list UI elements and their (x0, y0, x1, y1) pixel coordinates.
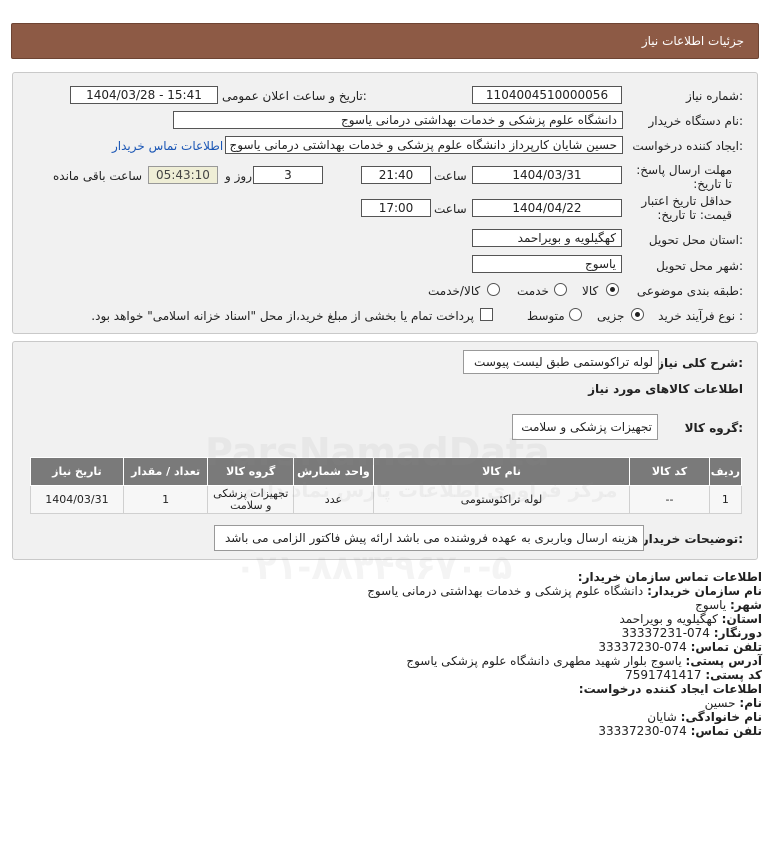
city-field[interactable]: یاسوج (472, 255, 622, 273)
watermark-number: ۰۲۱-۸۸۳۴۹۶۷۰-۵ (235, 548, 513, 588)
category-service-radio[interactable] (554, 283, 567, 296)
phone-line: تلفن تماس: 074-33337230 (598, 640, 762, 654)
category-label: طبقه بندی موضوعی: (636, 284, 743, 298)
need-number-label: شماره نیاز: (685, 89, 743, 103)
last-name-label: نام خانوادگی: (680, 710, 762, 724)
validity-time-field[interactable]: 17:00 (361, 199, 431, 217)
province-line: استان: کهگیلویه و بویراحمد (619, 612, 762, 626)
validity-label: حداقل تاریخ اعتبار قیمت: تا تاریخ: (641, 194, 732, 222)
category-goods-radio[interactable] (606, 283, 619, 296)
deadline-date-field[interactable]: 1404/03/31 (472, 166, 622, 184)
cell-quantity: 1 (122, 485, 209, 514)
buyer-org-label: نام دستگاه خریدار: (648, 114, 744, 128)
process-medium-label: متوسط (527, 309, 565, 323)
announce-label: تاریخ و ساعت اعلان عمومی: (222, 89, 367, 103)
creator-title: اطلاعات ایجاد کننده درخواست: (578, 682, 762, 696)
cell-row: 1 (708, 485, 743, 514)
creator-label: ایجاد کننده درخواست: (632, 139, 743, 153)
fax-label: دورنگار: (713, 626, 762, 640)
phone-value: 074-33337230 (598, 640, 687, 654)
watermark-tagline: مرکز فراوری اطلاعات پارس نماد داده (245, 478, 618, 502)
creator-phone-value: 074-33337230 (598, 724, 687, 738)
watermark-brand: ParsNamadData (205, 430, 550, 474)
page-title: جزئیات اطلاعات نیاز (641, 34, 744, 48)
category-goods-label: کالا (582, 284, 599, 298)
first-name-value: حسین (704, 696, 736, 710)
province-label: استان محل تحویل: (648, 233, 743, 247)
city-label: شهر محل تحویل: (656, 259, 743, 273)
buyer-contact-link[interactable]: اطلاعات تماس خریدار (112, 139, 223, 153)
fax-value: 074-33337231 (621, 626, 710, 640)
buyer-notes-label: توضیحات خریدار: (641, 532, 743, 546)
need-description-field: لوله تراکوستمی طبق لیست پیوست (463, 350, 659, 374)
first-name-line: نام: حسین (705, 696, 762, 710)
city-line: شهر: یاسوج (695, 598, 762, 612)
postal-value: 7591741417 (625, 668, 702, 682)
page-header: جزئیات اطلاعات نیاز (11, 23, 759, 59)
category-both-label: کالا/خدمت (428, 284, 481, 298)
days-field[interactable]: 3 (253, 166, 323, 184)
cell-code: -- (629, 485, 710, 514)
cell-date: 1404/03/31 (30, 485, 124, 514)
category-service-label: خدمت (517, 284, 549, 298)
remaining-label: ساعت باقی مانده (53, 169, 143, 183)
province-field[interactable]: کهگیلویه و بویراحمد (472, 229, 622, 247)
col-row: ردیف (708, 457, 743, 486)
address-value: یاسوج بلوار شهید مطهری دانشگاه علوم پزشک… (406, 654, 682, 668)
days-label: روز و (225, 169, 252, 183)
remaining-time-field: 05:43:10 (148, 166, 218, 184)
process-label: نوع فرآیند خرید : (658, 309, 743, 323)
postal-label: کد پستی: (705, 668, 762, 682)
org-name-label: نام سازمان خریدار: (647, 584, 762, 598)
process-medium-radio[interactable] (569, 308, 582, 321)
last-name-value: شایان (647, 710, 677, 724)
announce-field[interactable]: 1404/03/28 - 15:41 (70, 86, 218, 104)
validity-date-field[interactable]: 1404/04/22 (472, 199, 622, 217)
col-quantity: تعداد / مقدار (122, 457, 209, 486)
phone-label: تلفن تماس: (690, 640, 762, 654)
address-line: آدرس پستی: یاسوج بلوار شهید مطهری دانشگا… (406, 654, 762, 668)
contact-title: اطلاعات تماس سازمان خریدار: (577, 570, 762, 584)
fax-line: دورنگار: 074-33337231 (622, 626, 762, 640)
validity-time-label: ساعت (434, 202, 467, 216)
col-code: کد کالا (629, 457, 710, 486)
address-label: آدرس پستی: (685, 654, 762, 668)
contact-city-label: شهر: (730, 598, 762, 612)
deadline-label: مهلت ارسال پاسخ: تا تاریخ: (636, 163, 732, 191)
need-description-label: شرح کلی نیاز: (657, 356, 743, 370)
goods-info-title: اطلاعات کالاهای مورد نیاز (588, 382, 743, 396)
category-both-radio[interactable] (487, 283, 500, 296)
creator-phone-label: تلفن تماس: (690, 724, 762, 738)
postal-line: کد پستی: 7591741417 (625, 668, 762, 682)
first-name-label: نام: (739, 696, 762, 710)
contact-province-label: استان: (721, 612, 762, 626)
col-date: تاریخ نیاز (30, 457, 124, 486)
last-name-line: نام خانوادگی: شایان (647, 710, 762, 724)
contact-city-value: یاسوج (695, 598, 727, 612)
creator-field[interactable]: حسین شایان کارپرداز دانشگاه علوم پزشکی و… (225, 136, 623, 154)
deadline-time-label: ساعت (434, 169, 467, 183)
buyer-org-field[interactable]: دانشگاه علوم پزشکی و خدمات بهداشتی درمان… (173, 111, 623, 129)
process-minor-radio[interactable] (631, 308, 644, 321)
contact-province-value: کهگیلویه و بویراحمد (619, 612, 718, 626)
treasury-note: پرداخت تمام یا بخشی از مبلغ خرید،از محل … (91, 309, 474, 323)
goods-group-label: گروه کالا: (684, 421, 743, 435)
need-number-field[interactable]: 1104004510000056 (472, 86, 622, 104)
creator-phone-line: تلفن تماس: 074-33337230 (598, 724, 762, 738)
deadline-time-field[interactable]: 21:40 (361, 166, 431, 184)
treasury-checkbox[interactable] (480, 308, 493, 321)
process-minor-label: جزیی (597, 309, 625, 323)
